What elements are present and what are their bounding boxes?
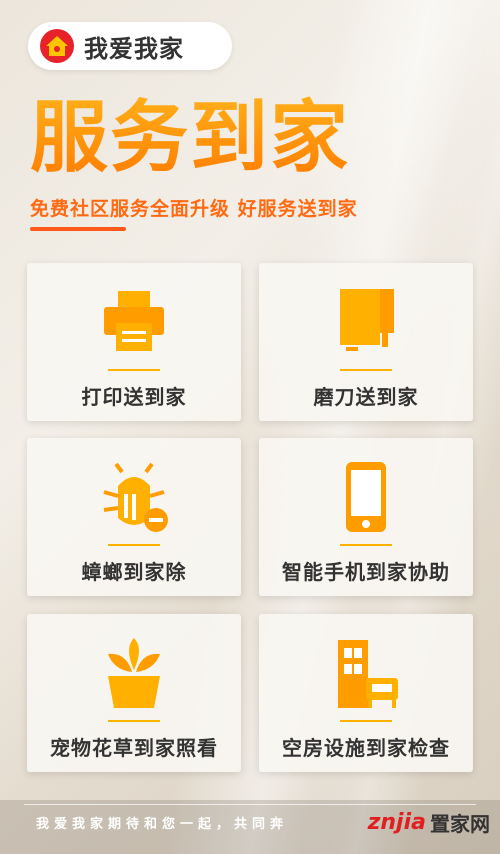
watermark: znjia 置家网 <box>368 808 490 837</box>
service-card-phone[interactable]: 智能手机到家协助 <box>259 438 473 596</box>
printer-icon <box>94 283 174 363</box>
service-card-pest[interactable]: 蟑螂到家除 <box>27 438 241 596</box>
service-card-print[interactable]: 打印送到家 <box>27 263 241 421</box>
service-card-knife[interactable]: 磨刀送到家 <box>259 263 473 421</box>
title-underline <box>30 227 126 231</box>
service-label: 空房设施到家检查 <box>282 736 450 760</box>
brand-logo: 我爱我家 <box>28 22 232 70</box>
card-divider <box>108 720 160 722</box>
watermark-cn: 置家网 <box>430 812 490 836</box>
brand-name: 我爱我家 <box>84 34 184 63</box>
furniture-icon <box>326 634 406 714</box>
card-divider <box>108 369 160 371</box>
card-divider <box>340 720 392 722</box>
footer-divider <box>24 804 476 805</box>
card-divider <box>340 369 392 371</box>
house-logo-icon <box>40 29 74 63</box>
service-label: 智能手机到家协助 <box>282 560 450 584</box>
service-card-house-check[interactable]: 空房设施到家检查 <box>259 614 473 772</box>
card-divider <box>108 544 160 546</box>
service-label: 打印送到家 <box>81 385 187 409</box>
knife-sharpening-icon <box>326 283 406 363</box>
card-divider <box>340 544 392 546</box>
bug-icon <box>94 458 174 538</box>
service-label: 蟑螂到家除 <box>81 560 187 584</box>
smartphone-icon <box>326 458 406 538</box>
watermark-latin: znjia <box>367 810 426 835</box>
footer-slogan: 我爱我家期待和您一起，共同奔 <box>36 817 289 832</box>
plant-pot-icon <box>94 634 174 714</box>
service-label: 宠物花草到家照看 <box>50 736 218 760</box>
service-card-pet-plant[interactable]: 宠物花草到家照看 <box>27 614 241 772</box>
page-title: 服务到家 <box>30 90 350 186</box>
service-label: 磨刀送到家 <box>313 385 419 409</box>
page-subtitle: 免费社区服务全面升级 好服务送到家 <box>30 198 358 220</box>
